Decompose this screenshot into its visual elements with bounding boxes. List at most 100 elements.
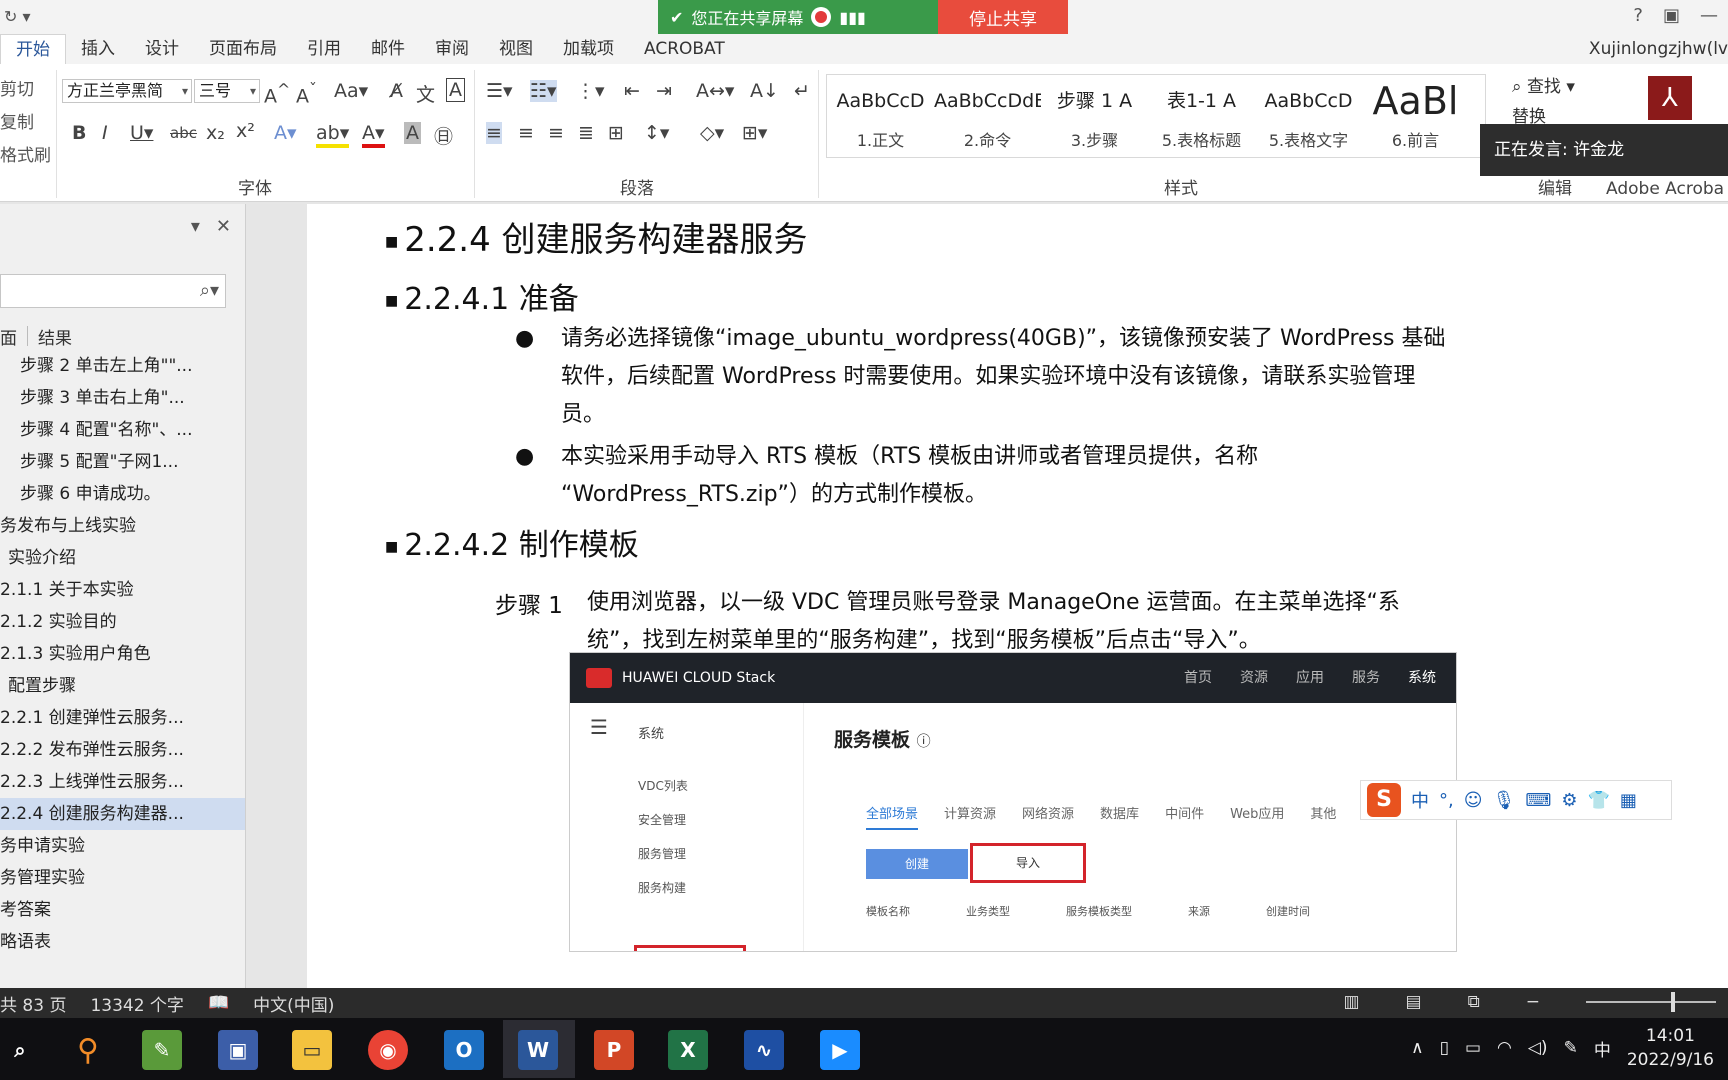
italic-icon[interactable]: I xyxy=(102,122,108,144)
highlight-icon[interactable]: ab▾ xyxy=(316,122,350,148)
tab-3[interactable]: 页面布局 xyxy=(194,34,292,64)
web-layout-icon[interactable]: ⧉ xyxy=(1468,992,1480,1012)
search-icon[interactable]: ⌕▾ xyxy=(200,280,219,301)
style-item[interactable]: AaBl 6.前言 xyxy=(1362,75,1469,157)
subscript-icon[interactable]: x₂ xyxy=(206,122,225,144)
file-explorer-icon[interactable]: ▭ xyxy=(292,1030,332,1070)
phone-icon[interactable]: ▯ xyxy=(1440,1038,1449,1058)
sort-icon[interactable]: A↓ xyxy=(750,80,779,102)
font-size-select[interactable]: 三号 xyxy=(194,79,260,103)
wifi-icon[interactable]: ◠ xyxy=(1497,1038,1512,1058)
nav-heading-item[interactable]: 2.1.2 实验目的 xyxy=(0,606,245,638)
tab-pages[interactable]: 面 xyxy=(0,324,17,349)
char-shading-icon[interactable]: A xyxy=(404,122,421,144)
nav-heading-item[interactable]: 务管理实验 xyxy=(0,862,245,894)
nav-heading-item[interactable]: 2.2.2 发布弹性云服务... xyxy=(0,734,245,766)
meeting-icon[interactable]: ▶ xyxy=(820,1030,860,1070)
nav-heading-item[interactable]: 务申请实验 xyxy=(0,830,245,862)
nav-heading-item[interactable]: 步骤 4 配置"名称"、... xyxy=(0,414,245,446)
emoji-icon[interactable]: ☺ xyxy=(1464,790,1483,811)
line-spacing-icon[interactable]: ↕▾ xyxy=(644,122,669,144)
enclose-char-icon[interactable]: ㊐ xyxy=(434,122,453,149)
shrink-font-icon[interactable]: Aˇ xyxy=(296,80,317,107)
align-right-icon[interactable]: ≡ xyxy=(548,122,564,144)
style-item[interactable]: AaBbCcD 1.正文 xyxy=(827,75,934,157)
acrobat-icon[interactable]: ⅄ xyxy=(1646,74,1694,122)
nav-heading-item[interactable]: 略语表 xyxy=(0,926,245,958)
clear-format-icon[interactable]: A̸ xyxy=(390,80,403,102)
tab-8[interactable]: 加载项 xyxy=(548,34,629,64)
close-icon[interactable]: ✕ xyxy=(216,216,231,237)
microphone-icon[interactable]: 🎙 xyxy=(1493,790,1516,811)
strikethrough-icon[interactable]: abc xyxy=(170,124,197,142)
nav-heading-item[interactable]: 2.2.4 创建服务构建器... xyxy=(0,798,245,830)
search-icon[interactable]: ⌕ xyxy=(0,1030,40,1070)
change-case-icon[interactable]: Aa▾ xyxy=(334,80,368,102)
quick-access-toolbar[interactable]: ↻ ▾ xyxy=(4,7,31,26)
volume-icon[interactable]: ◁) xyxy=(1528,1038,1548,1058)
proofing-icon[interactable]: 📖 xyxy=(208,993,229,1013)
nav-heading-item[interactable]: 2.2.3 上线弹性云服务... xyxy=(0,766,245,798)
decrease-indent-icon[interactable]: ⇤ xyxy=(624,80,640,102)
punctuation-icon[interactable]: °, xyxy=(1439,790,1454,811)
phonetic-guide-icon[interactable]: 文 xyxy=(416,80,435,107)
show-marks-icon[interactable]: ↵ xyxy=(794,80,810,102)
notepad-icon[interactable]: ✎ xyxy=(142,1030,182,1070)
style-item[interactable]: AaBbCcD 5.表格文字 xyxy=(1255,75,1362,157)
tab-0[interactable]: 开始 xyxy=(0,34,66,64)
skin-icon[interactable]: 👕 xyxy=(1587,790,1609,811)
copy-button[interactable]: 复制 xyxy=(0,107,51,140)
increase-indent-icon[interactable]: ⇥ xyxy=(656,80,672,102)
style-item[interactable]: AaBbCcDdE 2.命令 xyxy=(934,75,1041,157)
stop-share-button[interactable]: 停止共享 xyxy=(938,0,1068,34)
outlook-icon[interactable]: O xyxy=(444,1030,484,1070)
language[interactable]: 中文(中国) xyxy=(253,991,334,1016)
word-count[interactable]: 13342 个字 xyxy=(90,991,183,1016)
nav-options-icon[interactable]: ▾ xyxy=(191,216,200,237)
nav-heading-item[interactable]: 步骤 6 申请成功。 xyxy=(0,478,245,510)
tab-results[interactable]: 结果 xyxy=(38,324,72,349)
tab-5[interactable]: 邮件 xyxy=(356,34,420,64)
keyboard-icon[interactable]: ⌨ xyxy=(1525,790,1551,811)
superscript-icon[interactable]: x² xyxy=(236,120,255,142)
zoom-out-icon[interactable]: − xyxy=(1526,992,1540,1012)
cut-button[interactable]: 剪切 xyxy=(0,74,51,107)
word-icon[interactable]: W xyxy=(518,1030,558,1070)
font-color-icon[interactable]: A▾ xyxy=(362,122,385,148)
nav-heading-item[interactable]: 实验介绍 xyxy=(0,542,245,574)
style-item[interactable]: 表1-1 A 5.表格标题 xyxy=(1148,75,1255,157)
char-border-icon[interactable]: A xyxy=(446,78,465,102)
format-painter-button[interactable]: 格式刷 xyxy=(0,140,51,173)
nav-search-input[interactable]: ⌕▾ xyxy=(0,274,226,308)
chevron-up-icon[interactable]: ∧ xyxy=(1411,1038,1423,1058)
user-account[interactable]: Xujinlongzjhw(lv xyxy=(1589,34,1728,64)
tab-4[interactable]: 引用 xyxy=(292,34,356,64)
distributed-icon[interactable]: ⊞ xyxy=(608,122,624,144)
zoom-thumb[interactable] xyxy=(1670,992,1675,1012)
nav-heading-item[interactable]: 步骤 3 单击右上角"... xyxy=(0,382,245,414)
save-disk-icon[interactable]: ▣ xyxy=(218,1030,258,1070)
nav-heading-item[interactable]: 2.1.1 关于本实验 xyxy=(0,574,245,606)
justify-icon[interactable]: ≣ xyxy=(578,122,594,144)
read-mode-icon[interactable]: ▥ xyxy=(1343,992,1359,1012)
ime-toolbar[interactable]: S 中 °, ☺ 🎙 ⌨ ⚙ 👕 ▦ xyxy=(1360,780,1672,820)
tab-2[interactable]: 设计 xyxy=(130,34,194,64)
nav-heading-item[interactable]: 步骤 5 配置"子网1... xyxy=(0,446,245,478)
nav-heading-item[interactable]: 务发布与上线实验 xyxy=(0,510,245,542)
grid-icon[interactable]: ▦ xyxy=(1620,790,1637,811)
find-button[interactable]: ⌕ 查找 ▾ xyxy=(1512,72,1575,102)
align-left-icon[interactable]: ≡ xyxy=(486,122,502,144)
help-icon[interactable]: ? xyxy=(1633,5,1643,26)
font-name-select[interactable]: 方正兰亭黑简 xyxy=(62,79,192,103)
multilevel-list-icon[interactable]: ⋮▾ xyxy=(576,80,605,102)
tools-icon[interactable]: ⚙ xyxy=(1561,790,1577,811)
tab-7[interactable]: 视图 xyxy=(484,34,548,64)
nav-heading-item[interactable]: 2.2.1 创建弹性云服务... xyxy=(0,702,245,734)
page-count[interactable]: 共 83 页 xyxy=(0,991,66,1016)
nav-heading-item[interactable]: 配置步骤 xyxy=(0,670,245,702)
ribbon-display-icon[interactable]: ▣ xyxy=(1663,5,1680,26)
tab-9[interactable]: ACROBAT xyxy=(629,34,740,64)
tab-1[interactable]: 插入 xyxy=(66,34,130,64)
whiteboard-icon[interactable]: ∿ xyxy=(744,1030,784,1070)
clock[interactable]: 14:01 2022/9/16 xyxy=(1627,1024,1714,1072)
